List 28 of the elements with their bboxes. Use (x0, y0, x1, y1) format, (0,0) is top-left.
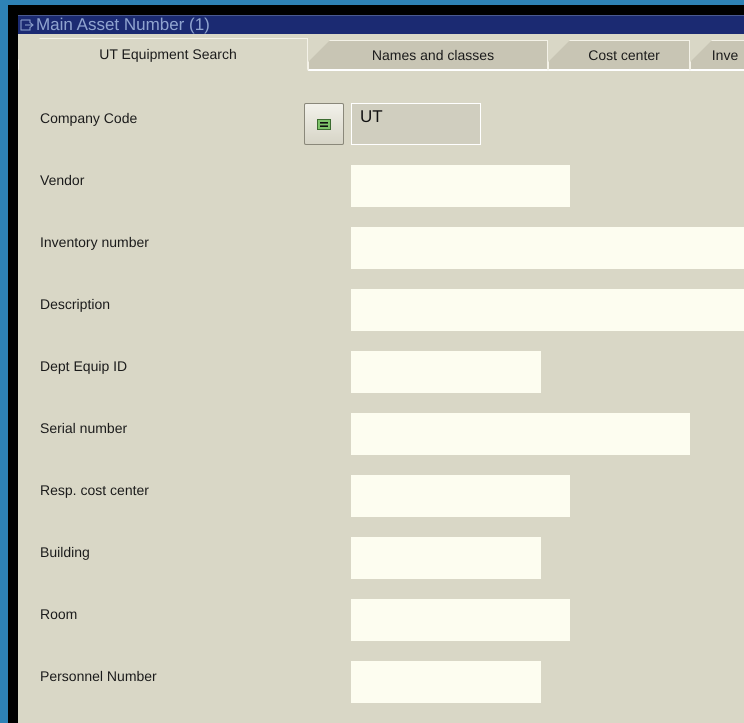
field-label: Company Code (40, 109, 138, 126)
tab[interactable]: Inve (690, 40, 744, 71)
input-field[interactable] (351, 413, 690, 455)
field-label: Serial number (40, 419, 128, 436)
equals-icon (317, 118, 331, 130)
input-field[interactable] (351, 165, 570, 207)
input-field[interactable]: UT (351, 103, 481, 145)
field-label: Dept Equip ID (40, 357, 128, 374)
tab[interactable]: Cost center (548, 40, 690, 71)
input-field[interactable] (351, 351, 541, 393)
equals-button[interactable] (304, 103, 344, 145)
tab[interactable]: Names and classes (308, 40, 548, 71)
tab[interactable]: UT Equipment Search (18, 38, 308, 71)
field-label: Vendor (40, 171, 86, 188)
field-label: Building (40, 543, 91, 560)
input-field[interactable] (351, 475, 570, 517)
field-label: Description (40, 295, 112, 312)
input-field[interactable] (351, 599, 570, 641)
window-title: Main Asset Number (1) (36, 16, 210, 34)
input-field[interactable] (351, 227, 744, 269)
input-field[interactable] (351, 537, 541, 579)
field-label: Room (40, 605, 78, 622)
field-label: Personnel Number (40, 667, 158, 684)
field-label: Inventory number (40, 233, 150, 250)
field-label: Resp. cost center (40, 481, 150, 498)
input-field[interactable] (351, 661, 541, 703)
input-field[interactable] (351, 289, 744, 331)
window-icon (20, 19, 34, 31)
